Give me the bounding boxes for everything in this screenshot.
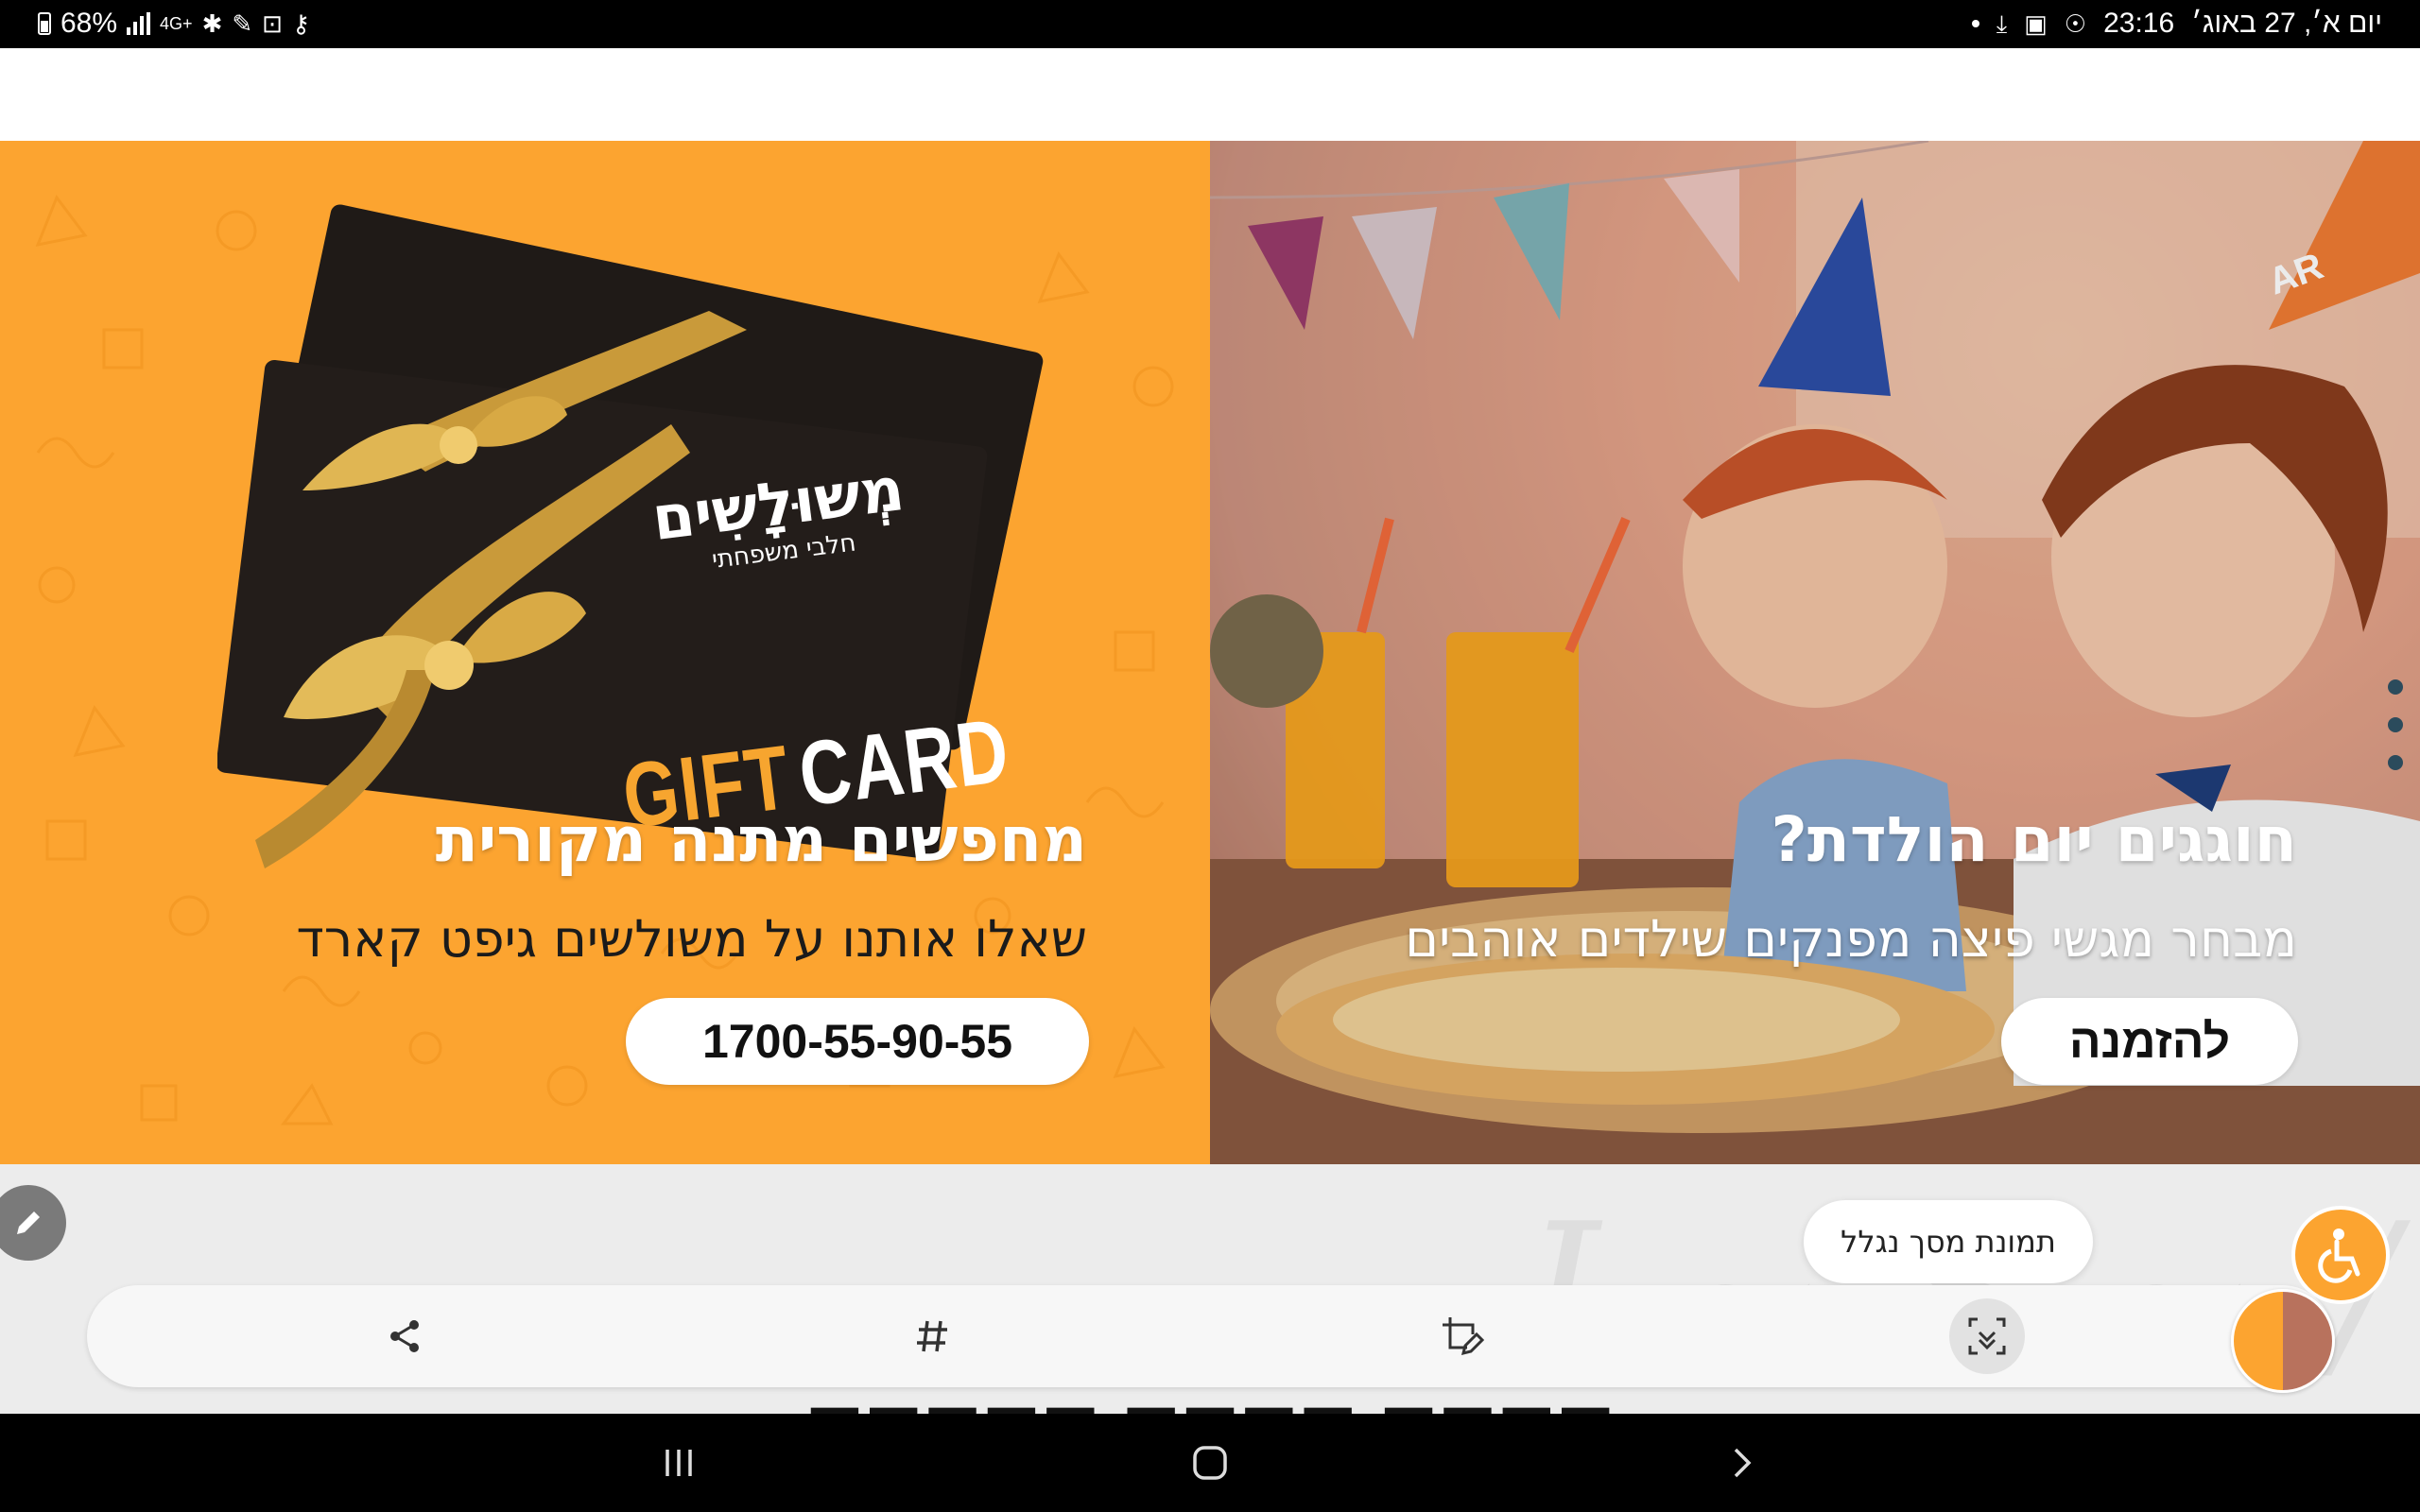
share-icon bbox=[390, 1320, 419, 1352]
date: יום א׳, 27 באוג׳ bbox=[2191, 8, 2382, 39]
section-title-peek: ▬▬▬▬ ▬▬▬▬ ▬▬▬▬▬ bbox=[747, 1389, 1673, 1414]
scroll-capture-icon bbox=[1968, 1317, 2006, 1355]
order-button[interactable]: להזמנה bbox=[2001, 998, 2298, 1085]
battery-percent: 68% bbox=[60, 8, 118, 39]
scroll-capture-button[interactable] bbox=[1949, 1298, 2025, 1374]
eye-comfort-icon: ☉ bbox=[2064, 9, 2087, 38]
network-type: 4G+ bbox=[160, 14, 193, 33]
notification-dot-icon bbox=[1971, 20, 1979, 27]
chevron-right-icon bbox=[1734, 1448, 1752, 1478]
key-icon: ⚷ bbox=[291, 9, 311, 38]
gift-card-banner[interactable]: מְשוּלָשִים חלבי משפחתי GIFTCARD מחפשים … bbox=[0, 141, 1210, 1164]
birthday-subline: מבחר מגשי פיצה מפנקים שילדים אוהבים bbox=[1405, 909, 2297, 969]
back-button[interactable] bbox=[1703, 1435, 1779, 1491]
share-button[interactable] bbox=[367, 1298, 442, 1374]
signal-icon bbox=[127, 12, 151, 35]
gift-subline: שאלו אותנו על משולשים גיפט קארד bbox=[296, 909, 1087, 969]
battery-icon bbox=[38, 12, 51, 35]
hashtag-icon bbox=[917, 1320, 947, 1352]
recent-apps-button[interactable] bbox=[641, 1435, 717, 1491]
crop-edit-icon bbox=[1443, 1317, 1484, 1356]
bluetooth-icon: ✱ bbox=[201, 9, 223, 38]
status-bar: 68% 4G+ ✱ ✎ ⊡ ⚷ ⤓ ▣ ☉ 23:16 יום א׳, 27 ב… bbox=[0, 0, 2420, 48]
phone-number-button[interactable]: 1700-55-90-55 bbox=[626, 998, 1089, 1085]
screenshot-thumbnail[interactable] bbox=[2231, 1289, 2335, 1393]
crop-edit-button[interactable] bbox=[1424, 1298, 1499, 1374]
home-button[interactable] bbox=[1172, 1435, 1248, 1491]
birthday-headline: חוגגים יום הולדת? bbox=[1771, 803, 2297, 876]
hashtag-button[interactable] bbox=[894, 1298, 970, 1374]
navigation-bar bbox=[0, 1414, 2420, 1512]
gift-headline: מחפשים מתנה מקורית bbox=[435, 803, 1087, 876]
download-icon: ⤓ bbox=[1996, 9, 2008, 38]
birthday-banner[interactable]: AR חוגגים יום הולדת? מבחר מגשי פיצה מפנק… bbox=[1210, 141, 2420, 1164]
clock: 23:16 bbox=[2103, 8, 2175, 39]
page-header-area bbox=[0, 48, 2420, 141]
accessibility-icon bbox=[2318, 1228, 2360, 1283]
carousel-dots[interactable] bbox=[2388, 679, 2403, 770]
pen-icon: ✎ bbox=[232, 9, 253, 38]
recent-apps-icon bbox=[666, 1450, 692, 1476]
screenshot-toolbar bbox=[87, 1285, 2333, 1387]
home-icon bbox=[1193, 1446, 1227, 1480]
lock-icon: ⊡ bbox=[262, 9, 283, 38]
gallery-icon: ▣ bbox=[2024, 9, 2048, 38]
pencil-icon bbox=[17, 1211, 40, 1234]
screenshot-toast: תמונת מסך נגלל bbox=[1804, 1200, 2093, 1283]
accessibility-button[interactable] bbox=[2291, 1206, 2390, 1304]
